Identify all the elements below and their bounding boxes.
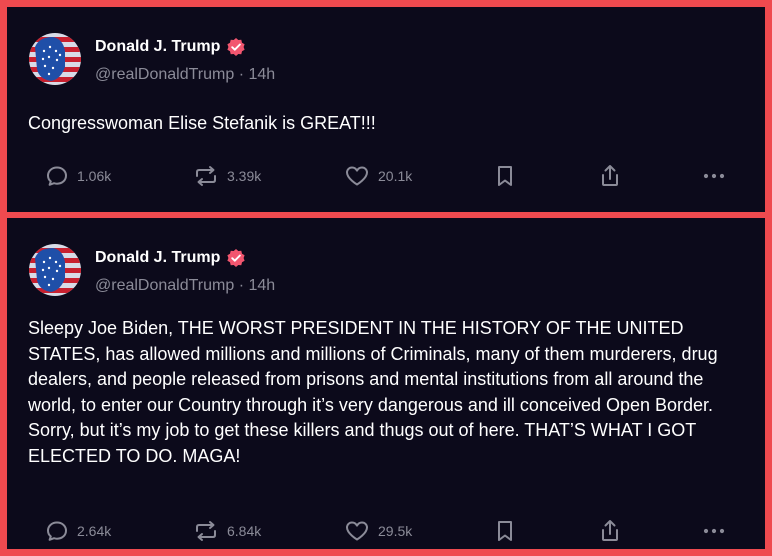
post-card[interactable]: Donald J. Trump @realDonaldTrump · 14h C… bbox=[7, 7, 765, 212]
post-body: Sleepy Joe Biden, THE WORST PRESIDENT IN… bbox=[28, 318, 718, 466]
repost-button[interactable]: 6.84k bbox=[193, 516, 261, 546]
post-feed: Donald J. Trump @realDonaldTrump · 14h C… bbox=[0, 0, 772, 556]
more-options-button[interactable] bbox=[701, 161, 727, 191]
repost-count: 6.84k bbox=[227, 523, 262, 539]
author-handle[interactable]: @realDonaldTrump bbox=[95, 66, 234, 83]
reply-icon bbox=[47, 521, 67, 541]
bookmark-icon bbox=[498, 166, 512, 186]
share-icon bbox=[602, 165, 618, 186]
bookmark-icon bbox=[498, 521, 512, 541]
reply-count: 1.06k bbox=[77, 168, 112, 184]
author-name[interactable]: Donald J. Trump bbox=[95, 38, 220, 56]
author-name[interactable]: Donald J. Trump bbox=[95, 249, 220, 267]
post-body: Congresswoman Elise Stefanik is GREAT!!! bbox=[28, 113, 376, 133]
reply-count: 2.64k bbox=[77, 523, 112, 539]
like-icon bbox=[346, 166, 368, 186]
bookmark-button[interactable] bbox=[494, 161, 516, 191]
flag-face-avatar-icon bbox=[29, 244, 81, 296]
author-meta: @realDonaldTrump · 14h bbox=[95, 277, 275, 295]
share-button[interactable] bbox=[597, 516, 623, 546]
reply-button[interactable]: 1.06k bbox=[45, 161, 111, 191]
more-icon bbox=[703, 173, 725, 179]
post-timestamp[interactable]: 14h bbox=[248, 66, 275, 83]
repost-icon bbox=[196, 166, 216, 186]
author-meta: @realDonaldTrump · 14h bbox=[95, 66, 275, 84]
like-icon bbox=[346, 521, 368, 541]
repost-count: 3.39k bbox=[227, 168, 262, 184]
post-card[interactable]: Donald J. Trump @realDonaldTrump · 14h S… bbox=[7, 218, 765, 549]
meta-separator: · bbox=[234, 66, 249, 83]
author-handle[interactable]: @realDonaldTrump bbox=[95, 277, 234, 294]
post-actions: 2.64k 6.84k 29.5k bbox=[7, 516, 765, 546]
like-count: 20.1k bbox=[378, 168, 413, 184]
repost-icon bbox=[196, 521, 216, 541]
avatar[interactable] bbox=[29, 33, 81, 85]
avatar[interactable] bbox=[29, 244, 81, 296]
like-button[interactable]: 20.1k bbox=[344, 161, 412, 191]
like-count: 29.5k bbox=[378, 523, 413, 539]
more-icon bbox=[703, 528, 725, 534]
verified-badge-icon bbox=[226, 37, 246, 57]
share-button[interactable] bbox=[597, 161, 623, 191]
more-options-button[interactable] bbox=[701, 516, 727, 546]
repost-button[interactable]: 3.39k bbox=[193, 161, 261, 191]
share-icon bbox=[602, 520, 618, 541]
bookmark-button[interactable] bbox=[494, 516, 516, 546]
flag-face-avatar-icon bbox=[29, 33, 81, 85]
reply-icon bbox=[47, 166, 67, 186]
like-button[interactable]: 29.5k bbox=[344, 516, 412, 546]
post-actions: 1.06k 3.39k 20.1k bbox=[7, 161, 765, 191]
post-timestamp[interactable]: 14h bbox=[248, 277, 275, 294]
reply-button[interactable]: 2.64k bbox=[45, 516, 111, 546]
meta-separator: · bbox=[234, 277, 249, 294]
verified-badge-icon bbox=[226, 248, 246, 268]
